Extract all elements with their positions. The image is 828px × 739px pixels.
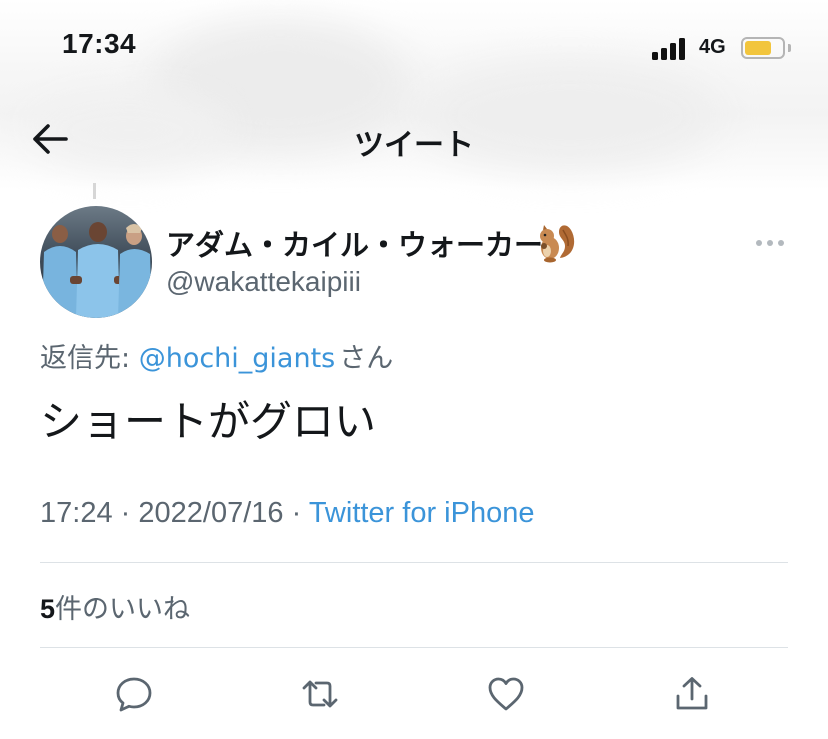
divider <box>40 647 788 648</box>
page-title: ツイート <box>354 128 474 163</box>
likes-label: 件のいいね <box>55 594 191 625</box>
battery-level-fill <box>745 41 771 55</box>
reply-to-line: 返信先: @hochi_giants さん <box>40 336 393 375</box>
meta-separator: · <box>120 497 131 529</box>
reply-to-suffix: さん <box>339 343 394 374</box>
comment-icon[interactable] <box>114 674 154 714</box>
tweet-meta: 17:24 · 2022/07/16 · Twitter for iPhone <box>40 497 534 530</box>
reply-to-mention-link[interactable]: @hochi_giants <box>139 343 336 374</box>
likes-stat[interactable]: 5件のいいね <box>40 587 190 626</box>
user-handle[interactable]: @wakattekaipiii <box>166 266 361 298</box>
cellular-signal-icon <box>652 38 692 60</box>
thread-connector-line <box>93 183 96 199</box>
more-options-icon[interactable] <box>752 232 788 252</box>
tweet-detail-screen: 17:34 4G ツイート アダム・カイル・ウォーカー @wakattekaip… <box>0 0 828 739</box>
heart-icon[interactable] <box>486 674 526 714</box>
reply-to-prefix: 返信先: <box>40 343 131 374</box>
likes-count: 5 <box>40 594 56 624</box>
divider <box>40 562 788 563</box>
tweet-time: 17:24 <box>40 497 113 529</box>
meta-separator: · <box>291 497 302 529</box>
avatar[interactable] <box>40 206 152 318</box>
status-bar-time: 17:34 <box>62 28 137 59</box>
squirrel-emoji-icon <box>540 225 575 263</box>
avatar-image <box>40 206 152 318</box>
tweet-source-link[interactable]: Twitter for iPhone <box>309 497 535 529</box>
battery-cap <box>788 44 791 52</box>
retweet-icon[interactable] <box>300 674 340 714</box>
display-name[interactable]: アダム・カイル・ウォーカー <box>166 222 543 264</box>
tweet-date: 2022/07/16 <box>138 497 284 529</box>
battery-icon <box>741 37 785 59</box>
network-type-label: 4G <box>699 36 726 58</box>
tweet-text: ショートがグロい <box>40 397 377 446</box>
share-icon[interactable] <box>672 674 712 714</box>
